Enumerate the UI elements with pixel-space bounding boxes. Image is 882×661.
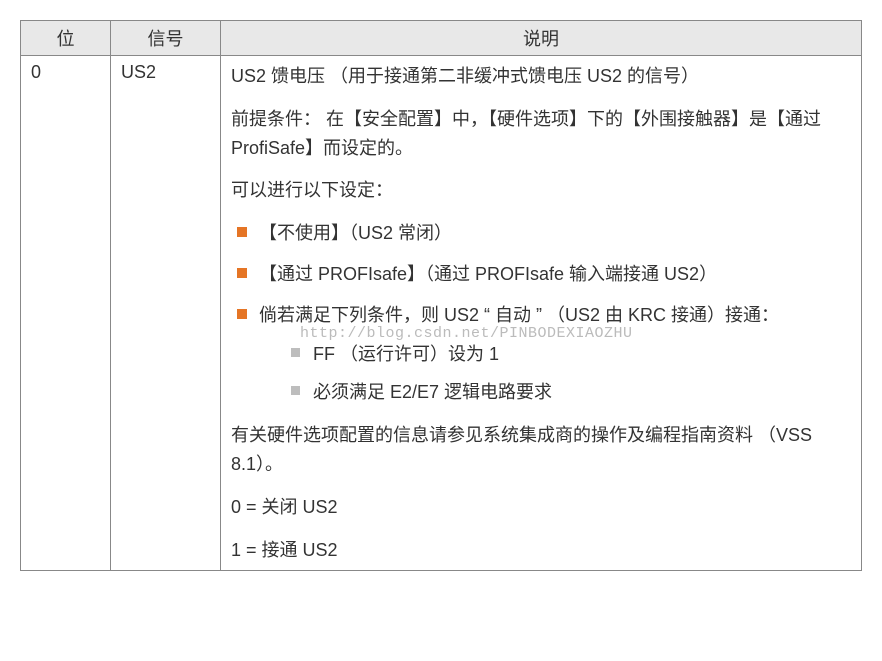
list-item: 【通过 PROFIsafe】（通过 PROFIsafe 输入端接通 US2）: [231, 260, 851, 289]
desc-precondition: 前提条件： 在【安全配置】中，【硬件选项】下的【外围接触器】是【通过 Profi…: [231, 105, 851, 163]
table-row: 0 US2 US2 馈电压 （用于接通第二非缓冲式馈电压 US2 的信号） 前提…: [21, 56, 862, 571]
cell-signal: US2: [111, 56, 221, 571]
desc-title: US2 馈电压 （用于接通第二非缓冲式馈电压 US2 的信号）: [231, 62, 851, 91]
header-row: 位 信号 说明: [21, 21, 862, 56]
desc-settings-intro: 可以进行以下设定：: [231, 176, 851, 205]
desc-reference: 有关硬件选项配置的信息请参见系统集成商的操作及编程指南资料 （VSS 8.1）。: [231, 421, 851, 479]
cell-description: US2 馈电压 （用于接通第二非缓冲式馈电压 US2 的信号） 前提条件： 在【…: [221, 56, 862, 571]
signal-table: 位 信号 说明 0 US2 US2 馈电压 （用于接通第二非缓冲式馈电压 US2…: [20, 20, 862, 571]
sub-list: FF （运行许可）设为 1 必须满足 E2/E7 逻辑电路要求: [287, 340, 851, 408]
header-signal: 信号: [111, 21, 221, 56]
list-item: 倘若满足下列条件，则 US2 “ 自动 ” （US2 由 KRC 接通）接通： …: [231, 301, 851, 407]
sub-list-item: 必须满足 E2/E7 逻辑电路要求: [287, 378, 851, 407]
value-1: 1 = 接通 US2: [231, 536, 851, 565]
list-item: 【不使用】（US2 常闭）: [231, 219, 851, 248]
header-desc: 说明: [221, 21, 862, 56]
value-0: 0 = 关闭 US2: [231, 493, 851, 522]
list-item-label: 倘若满足下列条件，则 US2 “ 自动 ” （US2 由 KRC 接通）接通：: [259, 305, 779, 325]
sub-list-item: FF （运行许可）设为 1: [287, 340, 851, 369]
header-bit: 位: [21, 21, 111, 56]
cell-bit: 0: [21, 56, 111, 571]
settings-list: 【不使用】（US2 常闭） 【通过 PROFIsafe】（通过 PROFIsaf…: [231, 219, 851, 407]
